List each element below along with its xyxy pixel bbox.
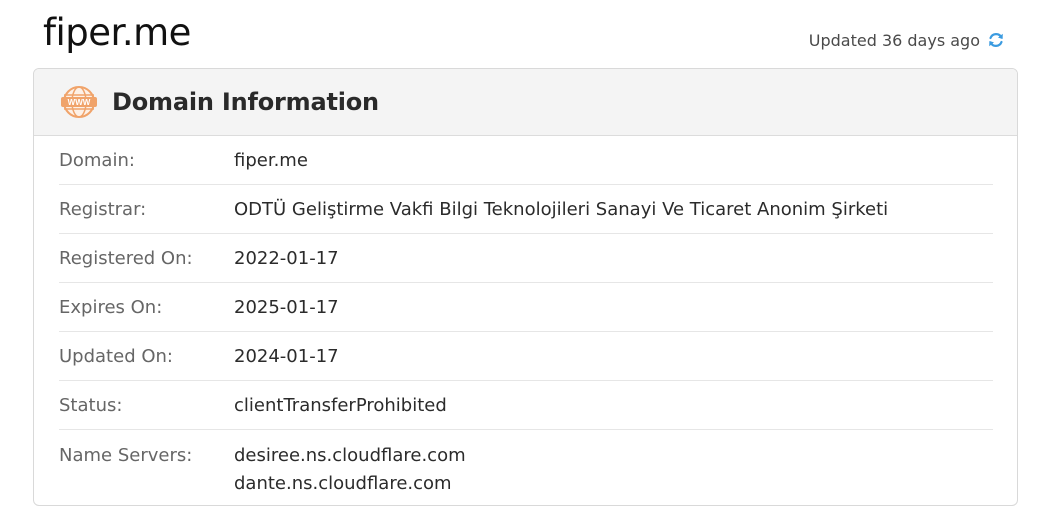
row-label: Status:	[59, 394, 123, 416]
row-label: Updated On:	[59, 345, 173, 367]
row-value: 2022-01-17	[234, 247, 339, 269]
table-row-domain: Domain: fiper.me	[59, 136, 993, 185]
refresh-icon[interactable]	[986, 30, 1006, 50]
row-label: Registrar:	[59, 198, 147, 220]
updated-status: Updated 36 days ago	[809, 30, 1006, 50]
row-value: ODTÜ Geliştirme Vakfi Bilgi Teknolojiler…	[234, 198, 889, 220]
row-value: 2025-01-17	[234, 296, 339, 318]
row-value: clientTransferProhibited	[234, 394, 447, 416]
table-row-expires-on: Expires On: 2025-01-17	[59, 283, 993, 332]
page: fiper.me Updated 36 days ago WWW Domain …	[0, 0, 1040, 517]
site-title: fiper.me	[43, 11, 191, 54]
card-header: WWW Domain Information	[34, 69, 1017, 136]
name-server-2: dante.ns.cloudflare.com	[234, 473, 452, 494]
updated-text: Updated 36 days ago	[808, 30, 980, 50]
row-label: Name Servers:	[59, 445, 193, 466]
www-icon: WWW	[60, 85, 98, 119]
card-title: Domain Information	[112, 88, 379, 116]
domain-information-card: WWW Domain Information Domain: fiper.me …	[33, 68, 1018, 506]
table-row-status: Status: clientTransferProhibited	[59, 381, 993, 430]
table-row-registered-on: Registered On: 2022-01-17	[59, 234, 993, 283]
svg-text:WWW: WWW	[68, 98, 91, 107]
row-label: Registered On:	[59, 247, 193, 269]
table-row-name-servers: Name Servers: desiree.ns.cloudflare.com …	[59, 430, 993, 498]
info-table: Domain: fiper.me Registrar: ODTÜ Gelişti…	[34, 136, 1017, 498]
row-value: desiree.ns.cloudflare.com dante.ns.cloud…	[234, 442, 466, 498]
table-row-updated-on: Updated On: 2024-01-17	[59, 332, 993, 381]
row-value: 2024-01-17	[234, 345, 339, 367]
row-label: Domain:	[59, 149, 135, 171]
table-row-registrar: Registrar: ODTÜ Geliştirme Vakfi Bilgi T…	[59, 185, 993, 234]
row-value: fiper.me	[234, 149, 308, 171]
name-server-1: desiree.ns.cloudflare.com	[234, 445, 466, 466]
row-label: Expires On:	[59, 296, 163, 318]
